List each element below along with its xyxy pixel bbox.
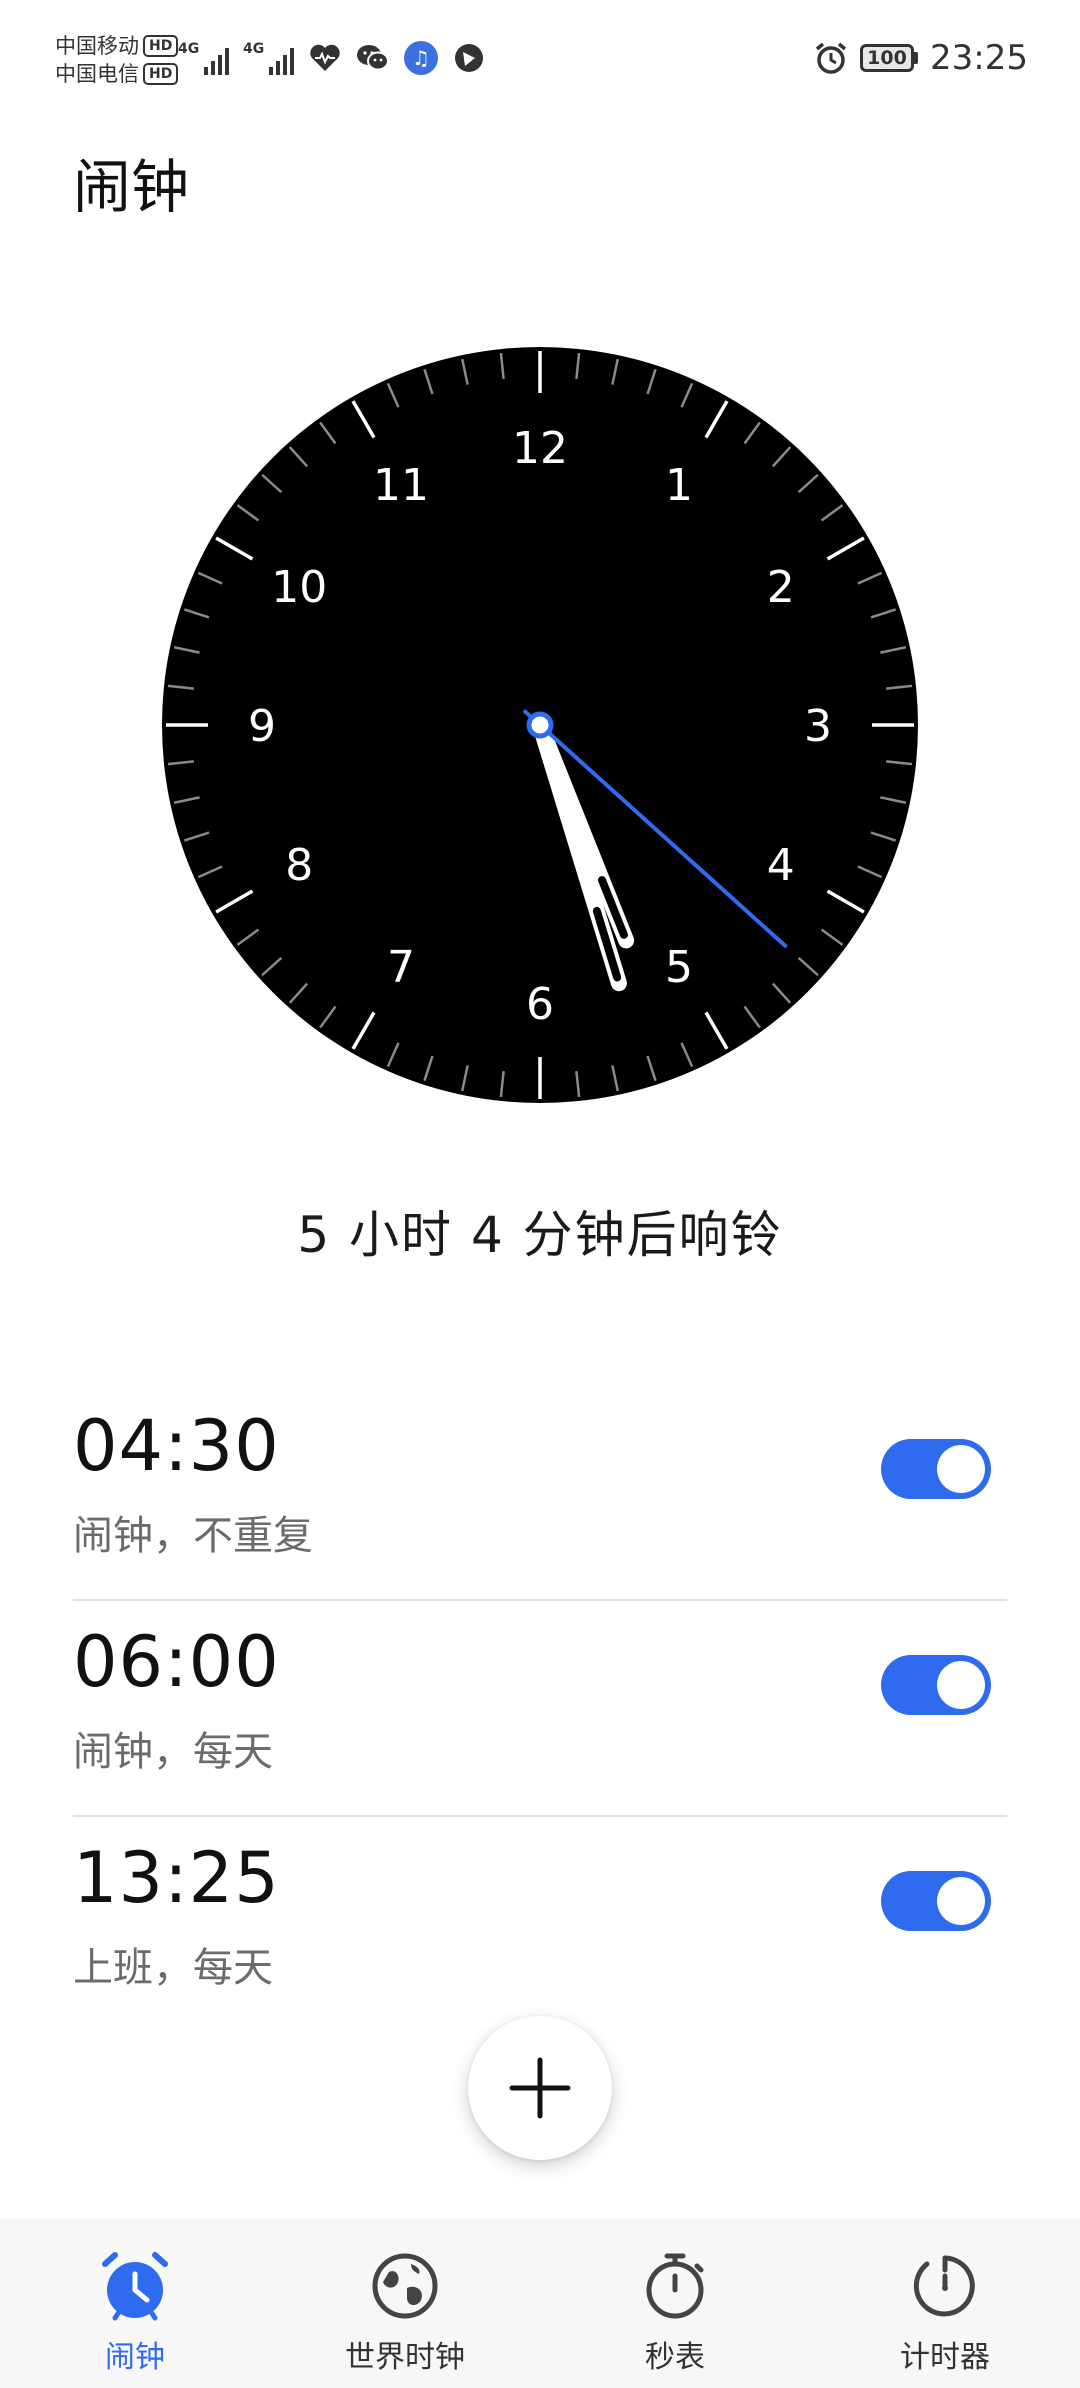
clock-number: 4 xyxy=(767,840,795,891)
signal-icon: 4G xyxy=(243,41,294,75)
globe-icon xyxy=(372,2253,438,2319)
alarm-description: 上班，每天 xyxy=(73,1945,273,1991)
alarm-item[interactable]: 04:30 闹钟，不重复 xyxy=(73,1385,1007,1601)
clock-number: 6 xyxy=(526,979,554,1030)
clock-number: 12 xyxy=(512,423,568,474)
carrier-1: 中国移动 xyxy=(55,34,139,58)
status-right: 100 23:25 xyxy=(814,36,1028,80)
alarm-toggle[interactable] xyxy=(881,1655,991,1715)
alarm-clock-icon xyxy=(102,2252,168,2321)
nav-label: 世界时钟 xyxy=(345,2340,465,2375)
carrier-2: 中国电信 xyxy=(55,62,139,86)
alarm-time: 13:25 xyxy=(73,1837,280,1919)
hd-badge: HD xyxy=(143,35,179,57)
network-label: 4G xyxy=(243,41,265,57)
nav-tab-world-clock[interactable]: 世界时钟 xyxy=(270,2218,540,2388)
alarm-toggle[interactable] xyxy=(881,1439,991,1499)
alarm-item[interactable]: 13:25 上班，每天 xyxy=(73,1817,1007,2033)
clock-number: 2 xyxy=(767,562,795,613)
clock-number: 8 xyxy=(285,840,313,891)
clock-number: 3 xyxy=(804,701,832,752)
carrier-info: 中国移动 HD 中国电信 HD xyxy=(55,32,179,88)
nav-label: 计时器 xyxy=(900,2340,990,2375)
clock-center-hub xyxy=(526,711,554,739)
nav-tab-alarm[interactable]: 闹钟 xyxy=(0,2218,270,2388)
alarm-toggle[interactable] xyxy=(881,1871,991,1931)
battery-level: 100 xyxy=(860,44,915,72)
toggle-knob xyxy=(937,1661,985,1709)
app-icon xyxy=(452,41,486,75)
clock-app-screen: 中国移动 HD 中国电信 HD 4G 4G ♫ 100 23:25 闹钟 12 … xyxy=(0,0,1080,2388)
toggle-knob xyxy=(937,1445,985,1493)
alarm-status-icon xyxy=(814,41,848,75)
music-icon: ♫ xyxy=(404,41,438,75)
status-time: 23:25 xyxy=(930,38,1028,78)
hd-badge: HD xyxy=(143,63,179,85)
nav-tab-timer[interactable]: 计时器 xyxy=(810,2218,1080,2388)
alarm-time: 06:00 xyxy=(73,1621,280,1703)
clock-number: 11 xyxy=(373,460,429,511)
alarm-time: 04:30 xyxy=(73,1405,280,1487)
clock-number: 7 xyxy=(387,942,415,993)
alarm-list: 04:30 闹钟，不重复 06:00 闹钟，每天 13:25 上班，每天 xyxy=(73,1385,1007,2033)
nav-label: 闹钟 xyxy=(105,2340,165,2375)
timer-icon xyxy=(913,2255,975,2317)
wechat-icon xyxy=(356,41,390,75)
status-icons: 4G 4G ♫ xyxy=(178,36,486,80)
alarm-item[interactable]: 06:00 闹钟，每天 xyxy=(73,1601,1007,1817)
clock-number: 9 xyxy=(248,701,276,752)
toggle-knob xyxy=(937,1877,985,1925)
health-icon xyxy=(308,41,342,75)
network-label: 4G xyxy=(178,41,200,57)
bottom-navigation: 闹钟 世界时钟 秒表 计时器 xyxy=(0,2218,1080,2388)
signal-icon: 4G xyxy=(178,41,229,75)
status-bar: 中国移动 HD 中国电信 HD 4G 4G ♫ 100 23:25 xyxy=(0,0,1080,120)
nav-tab-stopwatch[interactable]: 秒表 xyxy=(540,2218,810,2388)
next-alarm-countdown: 5 小时 4 分钟后响铃 xyxy=(297,1206,783,1264)
clock-number: 1 xyxy=(665,460,693,511)
clock-number: 10 xyxy=(271,562,327,613)
add-alarm-button[interactable] xyxy=(468,2016,612,2160)
alarm-description: 闹钟，不重复 xyxy=(73,1513,313,1559)
analog-clock: 121234567891011 xyxy=(162,347,918,1103)
plus-icon xyxy=(509,2057,571,2119)
page-title: 闹钟 xyxy=(73,153,190,221)
alarm-description: 闹钟，每天 xyxy=(73,1729,273,1775)
clock-number: 5 xyxy=(665,942,693,993)
stopwatch-icon xyxy=(646,2253,704,2319)
nav-label: 秒表 xyxy=(645,2340,705,2375)
battery-icon: 100 xyxy=(860,44,919,72)
